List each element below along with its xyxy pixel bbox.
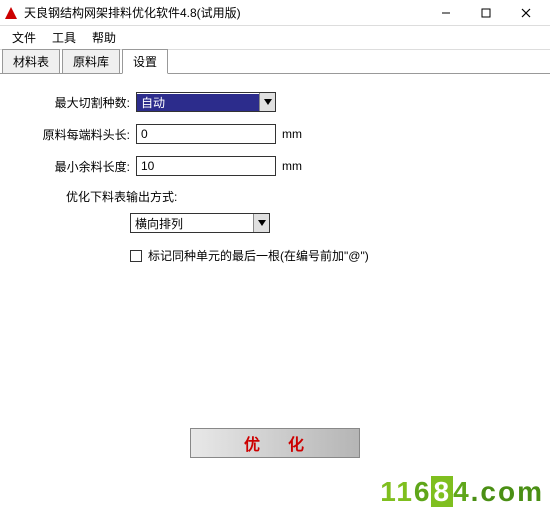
output-mode-select[interactable]: 横向排列 bbox=[130, 213, 270, 233]
app-icon bbox=[4, 6, 18, 20]
unit-mm-2: mm bbox=[282, 159, 302, 173]
minimize-button[interactable] bbox=[426, 1, 466, 25]
min-remain-label: 最小余料长度: bbox=[30, 158, 130, 175]
mark-last-checkbox[interactable] bbox=[130, 250, 142, 262]
chevron-down-icon[interactable] bbox=[259, 93, 275, 111]
tab-raw-library[interactable]: 原料库 bbox=[62, 49, 120, 74]
optimize-button[interactable]: 优 化 bbox=[190, 428, 360, 458]
close-button[interactable] bbox=[506, 1, 546, 25]
max-cut-types-select[interactable]: 自动 bbox=[136, 92, 276, 112]
raw-end-head-label: 原料每端料头长: bbox=[30, 126, 130, 143]
output-mode-label: 优化下料表输出方式: bbox=[66, 188, 520, 205]
mark-last-label: 标记同种单元的最后一根(在编号前加"@") bbox=[148, 247, 369, 264]
watermark: 11684.com bbox=[380, 476, 544, 508]
min-remain-input[interactable] bbox=[136, 156, 276, 176]
max-cut-types-label: 最大切割种数: bbox=[30, 94, 130, 111]
chevron-down-icon[interactable] bbox=[253, 214, 269, 232]
menu-help[interactable]: 帮助 bbox=[84, 27, 124, 48]
raw-end-head-input[interactable] bbox=[136, 124, 276, 144]
tab-material-table[interactable]: 材料表 bbox=[2, 49, 60, 74]
optimize-button-label: 优 化 bbox=[244, 431, 316, 455]
tab-settings[interactable]: 设置 bbox=[122, 49, 168, 74]
unit-mm-1: mm bbox=[282, 127, 302, 141]
output-mode-value: 横向排列 bbox=[131, 215, 253, 232]
menu-file[interactable]: 文件 bbox=[4, 27, 44, 48]
max-cut-types-value: 自动 bbox=[137, 94, 259, 111]
maximize-button[interactable] bbox=[466, 1, 506, 25]
window-title: 天良钢结构网架排料优化软件4.8(试用版) bbox=[24, 4, 426, 21]
menu-tools[interactable]: 工具 bbox=[44, 27, 84, 48]
